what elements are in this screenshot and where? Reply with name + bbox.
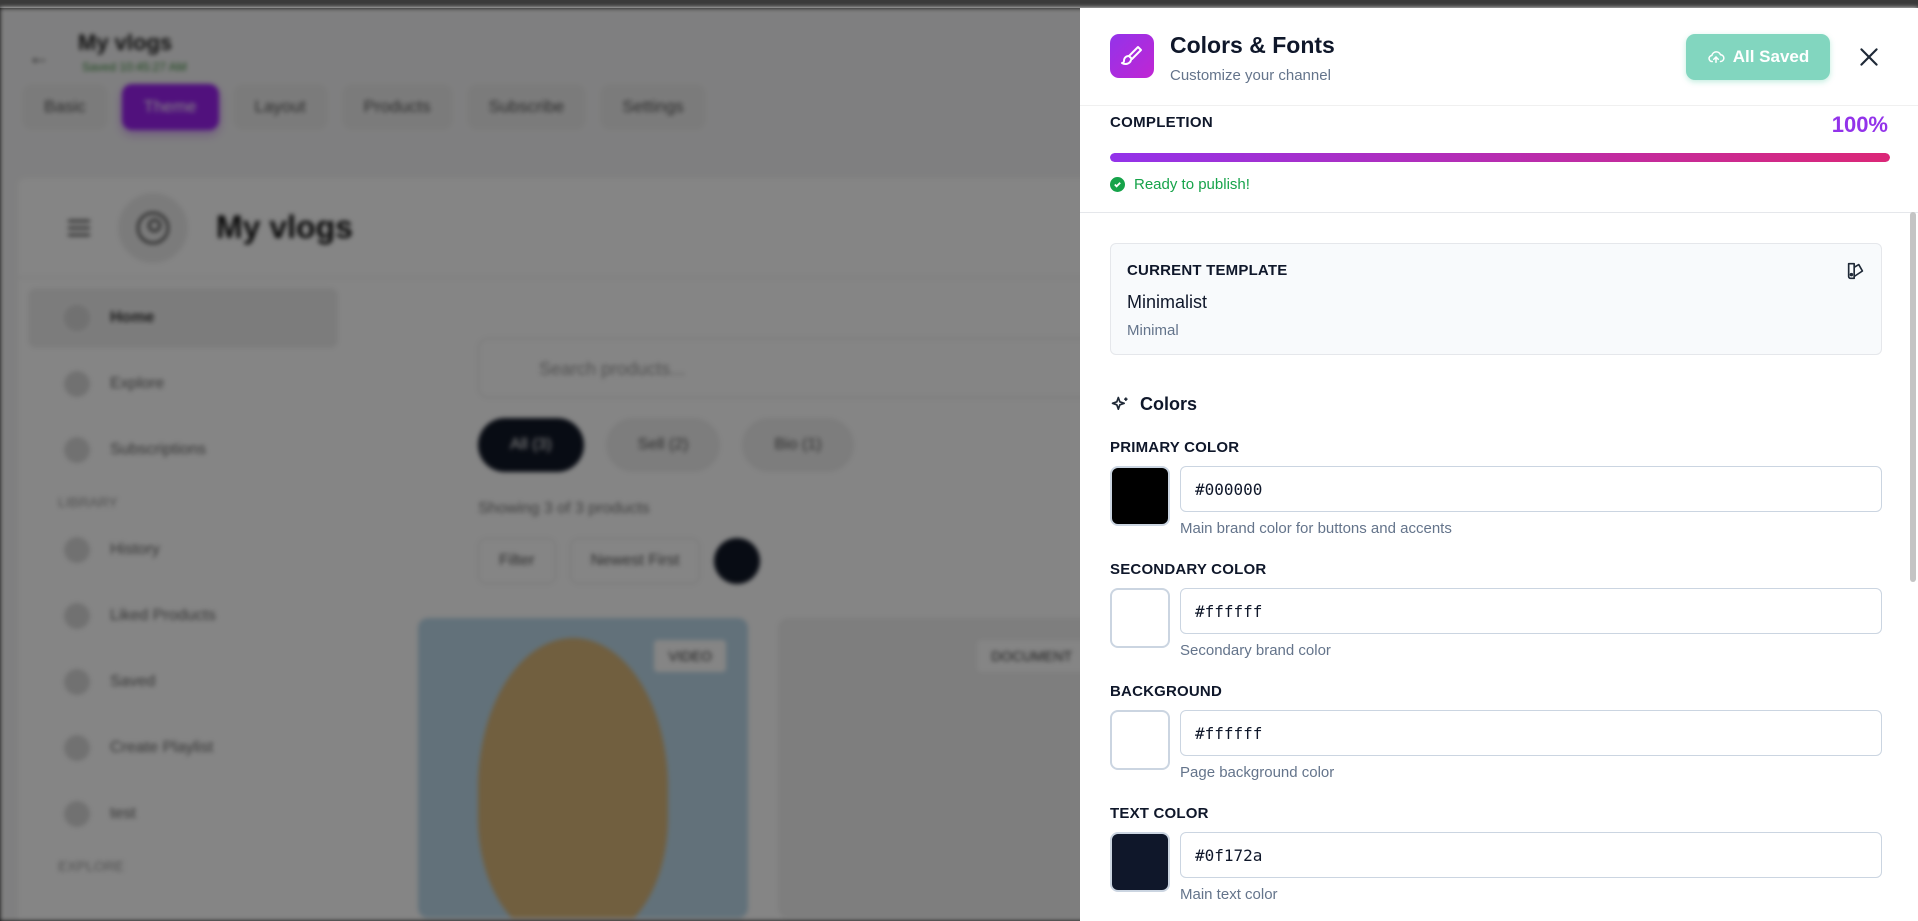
colors-fonts-panel: Colors & Fonts Customize your channel Al…	[1080, 8, 1918, 921]
completion-value: 100%	[1831, 112, 1888, 137]
field-help: Secondary brand color	[1180, 642, 1331, 659]
template-name: Minimalist	[1127, 292, 1208, 312]
completion-progress-bar	[1110, 153, 1890, 162]
panel-subtitle: Customize your channel	[1170, 67, 1331, 84]
paintbrush-icon	[1110, 34, 1154, 78]
colors-heading: Colors	[1110, 394, 1197, 415]
text-color-swatch[interactable]	[1110, 832, 1170, 892]
primary-color-input[interactable]	[1180, 466, 1882, 512]
text-color-input[interactable]	[1180, 832, 1882, 878]
check-circle-icon	[1110, 177, 1125, 192]
template-kind: Minimal	[1127, 322, 1179, 339]
field-label: BACKGROUND	[1110, 683, 1222, 700]
field-label: SECONDARY COLOR	[1110, 561, 1267, 578]
template-label: CURRENT TEMPLATE	[1127, 262, 1288, 279]
completion-label: COMPLETION	[1110, 114, 1213, 131]
field-help: Page background color	[1180, 764, 1335, 781]
background-color-swatch[interactable]	[1110, 710, 1170, 770]
sparkles-icon	[1111, 396, 1128, 410]
primary-color-swatch[interactable]	[1110, 466, 1170, 526]
secondary-color-swatch[interactable]	[1110, 588, 1170, 648]
secondary-color-input[interactable]	[1180, 588, 1882, 634]
saved-label: All Saved	[1732, 47, 1810, 66]
primary-color-field: PRIMARY COLOR Main brand color for butto…	[1110, 439, 1882, 537]
secondary-color-field: SECONDARY COLOR Secondary brand color	[1110, 561, 1882, 659]
background-color-input[interactable]	[1180, 710, 1882, 756]
text-color-field: TEXT COLOR Main text color	[1110, 805, 1882, 903]
close-icon[interactable]	[1856, 44, 1882, 70]
colors-heading-label: Colors	[1140, 394, 1198, 414]
panel-title: Colors & Fonts	[1170, 32, 1335, 58]
field-help: Main brand color for buttons and accents	[1180, 520, 1452, 537]
swatch-book-icon[interactable]	[1845, 260, 1867, 282]
background-color-field: BACKGROUND Page background color	[1110, 683, 1882, 781]
field-label: PRIMARY COLOR	[1110, 439, 1240, 456]
current-template-card: CURRENT TEMPLATE Minimalist Minimal	[1110, 243, 1882, 355]
ready-text: Ready to publish!	[1134, 176, 1250, 193]
ready-status: Ready to publish!	[1110, 176, 1250, 193]
panel-header: Colors & Fonts Customize your channel Al…	[1080, 8, 1918, 106]
field-label: TEXT COLOR	[1110, 805, 1209, 822]
all-saved-button[interactable]: All Saved	[1686, 34, 1830, 80]
progress-fill	[1110, 153, 1890, 162]
window-top-strip	[0, 0, 1918, 8]
field-help: Main text color	[1180, 886, 1278, 903]
cloud-upload-icon	[1708, 51, 1725, 63]
panel-scrollbar[interactable]	[1910, 212, 1916, 582]
divider	[1080, 212, 1918, 213]
